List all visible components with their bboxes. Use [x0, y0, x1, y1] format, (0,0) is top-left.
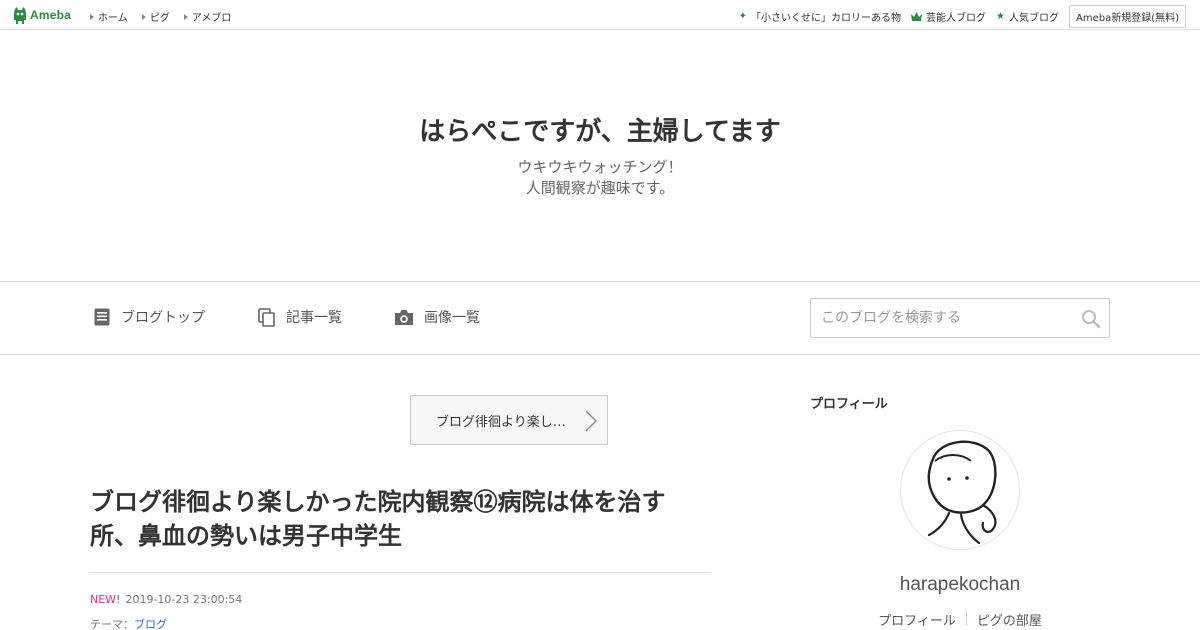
top-nav-ameblo[interactable]: アメブロ [183, 9, 232, 24]
camera-icon [395, 309, 413, 325]
blog-title[interactable]: はらぺこですが、主婦してます [0, 111, 1200, 148]
ameba-logo[interactable]: Ameba [12, 6, 71, 24]
signup-button[interactable]: Ameba新規登録(無料) [1068, 5, 1186, 28]
celebrity-blog-label: 芸能人ブログ [926, 13, 987, 24]
top-nav-pigg[interactable]: ピグ [141, 9, 170, 24]
blog-description-line: ウキウキウォッチング！ [517, 158, 683, 176]
blog-description-line: 人間観察が趣味です。 [525, 179, 675, 197]
entry-meta: NEW! 2019-10-23 23:00:54 [90, 593, 242, 606]
divider [965, 611, 967, 625]
next-entry-label: ブログ徘徊より楽し… [436, 414, 566, 430]
entry-timestamp: 2019-10-23 23:00:54 [125, 593, 243, 606]
popular-blog-link[interactable]: ★ 人気ブログ [996, 9, 1059, 24]
trending-topic-label: 「小さいくせに」カロリーある物 [751, 13, 902, 24]
trending-topic-link[interactable]: ✦ 「小さいくせに」カロリーある物 [739, 9, 901, 24]
top-nav-label: アメブロ [191, 13, 232, 24]
top-nav-home[interactable]: ホーム [90, 9, 128, 24]
blog-nav: ブログトップ 記事一覧 画像一覧 [0, 281, 1200, 355]
top-nav-label: ピグ [149, 13, 170, 24]
sparkle-icon: ✦ [738, 11, 748, 22]
chevron-right-icon [585, 410, 597, 432]
document-icon [94, 308, 110, 325]
triangle-right-icon [90, 13, 94, 20]
theme-label: テーマ： [90, 618, 134, 630]
top-right-links: ✦ 「小さいくせに」カロリーある物 芸能人ブログ ★ 人気ブログ Ameba新規登録… [739, 5, 1186, 28]
nav-label: ブログトップ [121, 310, 205, 326]
top-nav: ホーム ピグ アメブロ [90, 9, 245, 24]
nav-blog-top[interactable]: ブログトップ [94, 307, 205, 327]
logo-text: Ameba [30, 8, 72, 22]
profile-username[interactable]: harapekochan [810, 574, 1110, 596]
crown-icon [911, 12, 923, 21]
star-icon: ★ [996, 11, 1005, 22]
theme-link[interactable]: ブログ [134, 618, 167, 630]
profile-link[interactable]: プロフィール [878, 610, 956, 629]
pigg-room-link[interactable]: ピグの部屋 [977, 610, 1042, 629]
nav-image-list[interactable]: 画像一覧 [394, 307, 480, 327]
entry-theme: テーマ：ブログ [90, 616, 167, 630]
nav-label: 画像一覧 [424, 310, 480, 326]
avatar[interactable] [900, 430, 1020, 550]
nav-article-list[interactable]: 記事一覧 [258, 307, 342, 327]
search-icon[interactable] [1081, 309, 1101, 329]
next-entry-button[interactable]: ブログ徘徊より楽し… [410, 395, 608, 445]
profile-links: プロフィール ピグの部屋 [810, 610, 1110, 629]
entry-title[interactable]: ブログ徘徊より楽しかった院内観察⑫病院は体を治す所、鼻血の勢いは男子中学生 [90, 485, 710, 553]
blog-header: はらぺこですが、主婦してます ウキウキウォッチング！ 人間観察が趣味です。 [0, 31, 1200, 281]
triangle-right-icon [141, 13, 146, 20]
top-bar: Ameba ホーム ピグ アメブロ ✦ 「小さいくせに」カロリーある物 芸能人ブロ… [0, 0, 1200, 30]
triangle-right-icon [183, 13, 188, 20]
divider [90, 572, 710, 573]
copy-icon [258, 307, 275, 327]
avatar-drawing-icon [927, 440, 997, 545]
blog-description: ウキウキウォッチング！ 人間観察が趣味です。 [0, 157, 1200, 199]
new-badge: NEW! [90, 593, 121, 606]
profile-heading: プロフィール [810, 397, 888, 412]
blog-search-input[interactable] [811, 300, 1071, 336]
popular-blog-label: 人気ブログ [1008, 13, 1059, 24]
celebrity-blog-link[interactable]: 芸能人ブログ [911, 9, 986, 24]
ameba-logo-icon [14, 6, 26, 24]
blog-search-box [810, 298, 1110, 338]
top-nav-label: ホーム [98, 13, 128, 24]
nav-label: 記事一覧 [286, 310, 342, 326]
